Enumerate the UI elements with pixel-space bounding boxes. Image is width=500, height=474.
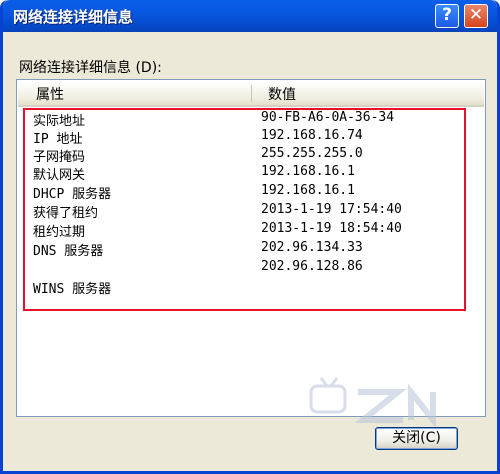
dialog-window: 网络连接详细信息 ? ✕ 网络连接详细信息 (D): 属性 数值 实际地址 90-… bbox=[0, 0, 500, 474]
value-cell: 90-FB-A6-0A-36-34 bbox=[261, 110, 395, 125]
property-cell: 子网掩码 bbox=[33, 150, 86, 165]
value-cell: 255.255.255.0 bbox=[261, 146, 363, 161]
table-row[interactable]: DNS 服务器 202.96.134.33 bbox=[17, 240, 477, 259]
value-cell: 192.168.16.1 bbox=[261, 164, 355, 179]
table-row[interactable]: WINS 服务器 bbox=[17, 278, 477, 297]
help-button[interactable]: ? bbox=[435, 4, 459, 28]
table-row[interactable]: 子网掩码 255.255.255.0 bbox=[17, 146, 477, 165]
close-button[interactable]: ✕ bbox=[464, 4, 488, 28]
column-header-property[interactable]: 属性 bbox=[36, 84, 64, 104]
column-header-value[interactable]: 数值 bbox=[268, 84, 296, 104]
table-row[interactable]: 202.96.128.86 bbox=[17, 259, 477, 277]
table-row[interactable]: 默认网关 192.168.16.1 bbox=[17, 164, 477, 183]
value-cell: 202.96.128.86 bbox=[261, 259, 363, 274]
property-cell: DHCP 服务器 bbox=[33, 187, 112, 202]
value-cell: 192.168.16.74 bbox=[261, 128, 363, 143]
list-header: 属性 数值 bbox=[18, 81, 484, 107]
table-row[interactable]: 获得了租约 2013-1-19 17:54:40 bbox=[17, 202, 477, 221]
property-cell: 获得了租约 bbox=[33, 206, 99, 221]
property-cell: DNS 服务器 bbox=[33, 244, 104, 259]
column-separator[interactable] bbox=[251, 85, 252, 102]
property-cell: IP 地址 bbox=[33, 132, 83, 147]
property-cell: 实际地址 bbox=[33, 114, 86, 129]
table-row[interactable]: 实际地址 90-FB-A6-0A-36-34 bbox=[17, 110, 477, 129]
title-bar[interactable]: 网络连接详细信息 ? ✕ bbox=[3, 0, 497, 32]
property-cell: 默认网关 bbox=[33, 168, 86, 183]
list-label: 网络连接详细信息 (D): bbox=[19, 60, 162, 76]
details-listview[interactable]: 属性 数值 实际地址 90-FB-A6-0A-36-34 IP 地址 192.168… bbox=[16, 79, 486, 417]
value-cell: 2013-1-19 18:54:40 bbox=[261, 221, 402, 236]
table-row[interactable]: 租约过期 2013-1-19 18:54:40 bbox=[17, 221, 477, 240]
property-cell: WINS 服务器 bbox=[33, 282, 112, 297]
value-cell: 2013-1-19 17:54:40 bbox=[261, 202, 402, 217]
table-row[interactable]: IP 地址 192.168.16.74 bbox=[17, 128, 477, 147]
value-cell: 192.168.16.1 bbox=[261, 183, 355, 198]
close-dialog-button[interactable]: 关闭(C) bbox=[375, 427, 458, 450]
property-cell: 租约过期 bbox=[33, 225, 86, 240]
value-cell: 202.96.134.33 bbox=[261, 240, 363, 255]
table-row[interactable]: DHCP 服务器 192.168.16.1 bbox=[17, 183, 477, 202]
window-title: 网络连接详细信息 bbox=[13, 8, 134, 26]
